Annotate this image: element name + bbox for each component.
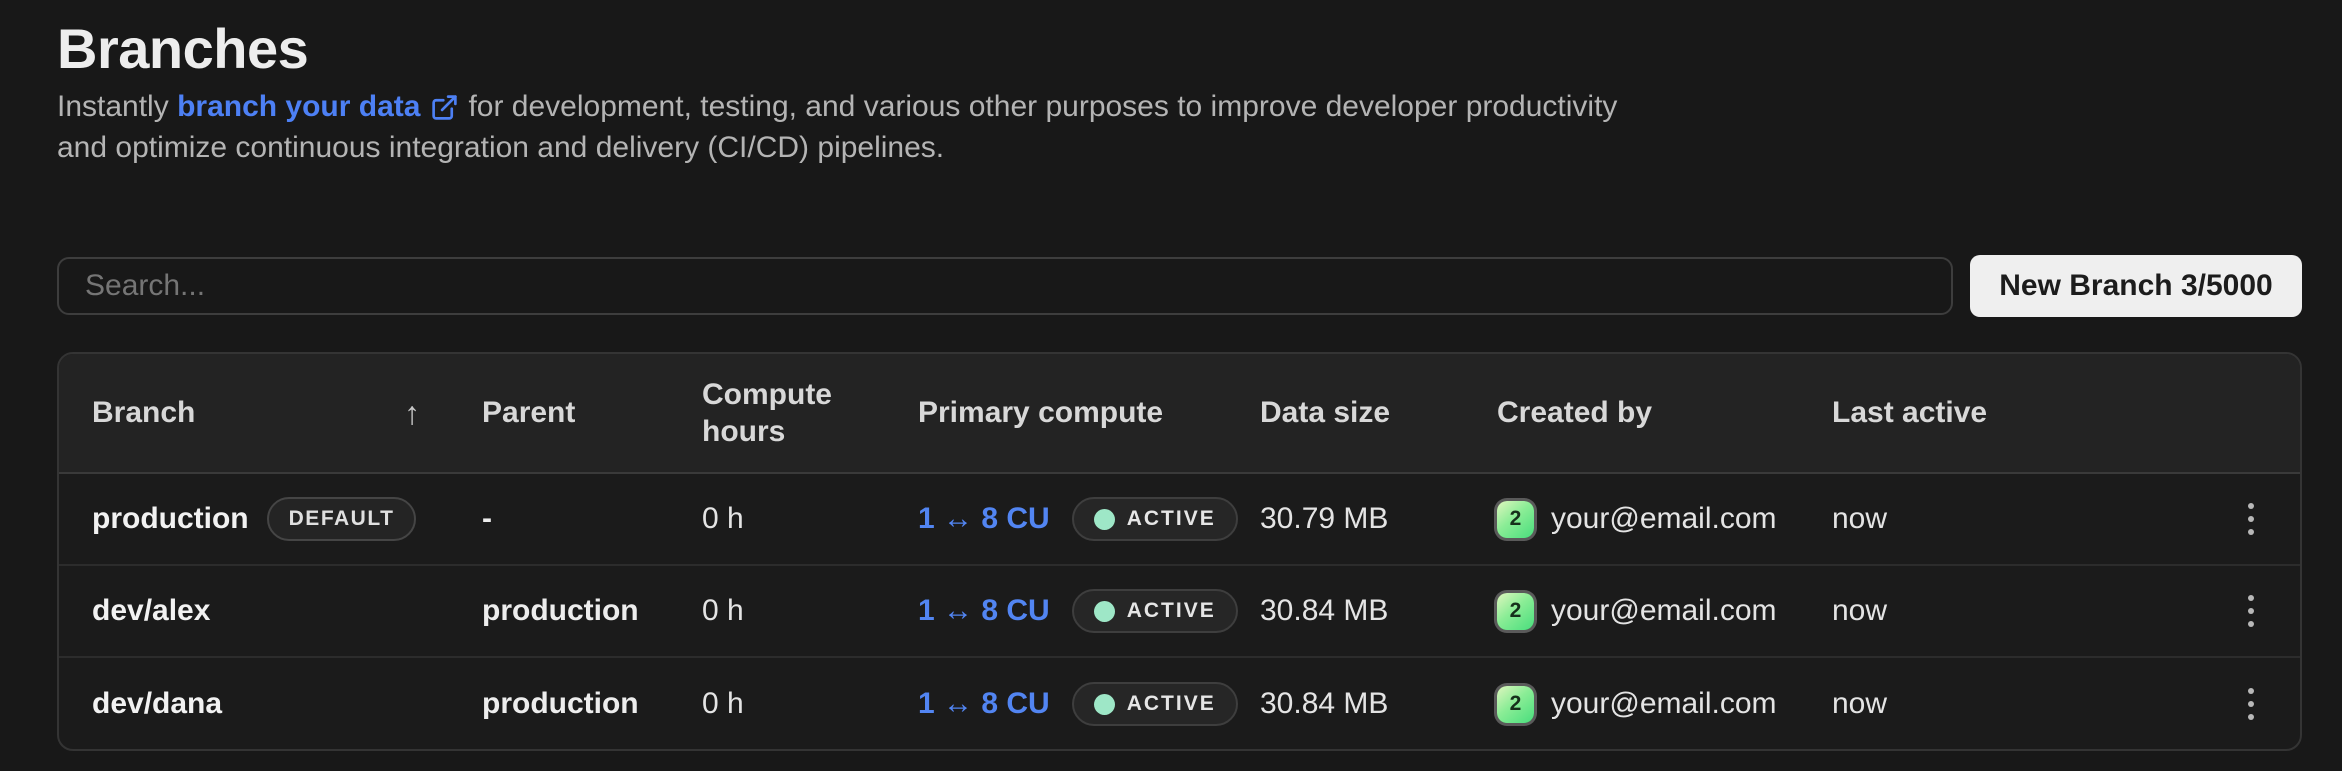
data-size-cell: 30.79 MB (1260, 502, 1497, 536)
branch-your-data-link[interactable]: branch your data (177, 86, 468, 127)
active-status-dot-icon (1094, 601, 1115, 622)
toolbar: New Branch 3/5000 (57, 255, 2302, 317)
avatar: 2 (1497, 501, 1534, 538)
data-size-cell: 30.84 MB (1260, 687, 1497, 721)
primary-compute-cell: 1 ↔ 8 CU ACTIVE (918, 589, 1260, 633)
status-badge: ACTIVE (1072, 589, 1238, 633)
column-header-branch-label: Branch (92, 396, 195, 430)
branch-name: production (92, 502, 249, 536)
last-active-cell: now (1832, 687, 2202, 721)
table-row-dev-alex[interactable]: dev/alex production 0 h 1 ↔ 8 CU ACTIVE … (59, 566, 2300, 658)
description-line-2: and optimize continuous integration and … (57, 127, 1617, 168)
created-by-email: your@email.com (1551, 687, 1777, 721)
branch-your-data-link-label: branch your data (177, 86, 420, 127)
avatar: 2 (1497, 686, 1534, 723)
column-header-primary-compute[interactable]: Primary compute (918, 396, 1260, 430)
column-header-data-size[interactable]: Data size (1260, 396, 1497, 430)
created-by-email: your@email.com (1551, 502, 1777, 536)
created-by-cell: 2 your@email.com (1497, 593, 1832, 630)
created-by-cell: 2 your@email.com (1497, 686, 1832, 723)
avatar: 2 (1497, 593, 1534, 630)
active-status-dot-icon (1094, 694, 1115, 715)
branch-name: dev/alex (92, 594, 210, 628)
parent-cell: production (482, 687, 702, 721)
primary-compute-cell: 1 ↔ 8 CU ACTIVE (918, 682, 1260, 726)
table-header-row: Branch ↑ Parent Compute hours Primary co… (59, 354, 2300, 474)
column-header-created-by[interactable]: Created by (1497, 396, 1832, 430)
parent-cell: production (482, 594, 702, 628)
branch-name: dev/dana (92, 687, 222, 721)
new-branch-button[interactable]: New Branch 3/5000 (1970, 255, 2302, 317)
created-by-cell: 2 your@email.com (1497, 501, 1832, 538)
status-badge: ACTIVE (1072, 497, 1238, 541)
column-header-compute-hours[interactable]: Compute hours (702, 376, 918, 450)
row-menu-kebab-icon[interactable] (2238, 585, 2264, 637)
compute-units-range: 1 ↔ 8 CU (918, 502, 1050, 536)
last-active-cell: now (1832, 594, 2202, 628)
branches-table: Branch ↑ Parent Compute hours Primary co… (57, 352, 2302, 751)
row-menu-kebab-icon[interactable] (2238, 678, 2264, 730)
status-badge: ACTIVE (1072, 682, 1238, 726)
row-actions-cell (2202, 493, 2300, 545)
compute-units-range: 1 ↔ 8 CU (918, 687, 1050, 721)
branch-cell: dev/alex (92, 594, 482, 628)
table-row-dev-dana[interactable]: dev/dana production 0 h 1 ↔ 8 CU ACTIVE … (59, 658, 2300, 750)
search-input[interactable] (57, 257, 1953, 315)
last-active-cell: now (1832, 502, 2202, 536)
compute-units-range: 1 ↔ 8 CU (918, 594, 1050, 628)
data-size-cell: 30.84 MB (1260, 594, 1497, 628)
row-actions-cell (2202, 585, 2300, 637)
primary-compute-cell: 1 ↔ 8 CU ACTIVE (918, 497, 1260, 541)
active-status-dot-icon (1094, 509, 1115, 530)
compute-hours-cell: 0 h (702, 502, 918, 536)
row-actions-cell (2202, 678, 2300, 730)
column-header-branch[interactable]: Branch ↑ (92, 395, 482, 432)
column-header-parent[interactable]: Parent (482, 396, 702, 430)
parent-cell: - (482, 502, 702, 536)
page-description: Instantly branch your data for developmen… (57, 86, 1617, 168)
created-by-email: your@email.com (1551, 594, 1777, 628)
description-line1-rest: for development, testing, and various ot… (468, 90, 1617, 123)
default-badge: DEFAULT (267, 497, 417, 541)
description-prefix: Instantly (57, 90, 177, 123)
compute-hours-cell: 0 h (702, 687, 918, 721)
branch-cell: production DEFAULT (92, 497, 482, 541)
external-link-icon (430, 93, 459, 122)
compute-hours-cell: 0 h (702, 594, 918, 628)
page-title: Branches (57, 16, 308, 81)
table-row-production[interactable]: production DEFAULT - 0 h 1 ↔ 8 CU ACTIVE… (59, 474, 2300, 566)
branch-cell: dev/dana (92, 687, 482, 721)
row-menu-kebab-icon[interactable] (2238, 493, 2264, 545)
column-header-last-active[interactable]: Last active (1832, 396, 2202, 430)
sort-ascending-icon[interactable]: ↑ (404, 395, 420, 432)
description-line-1: Instantly branch your data for developmen… (57, 86, 1617, 127)
